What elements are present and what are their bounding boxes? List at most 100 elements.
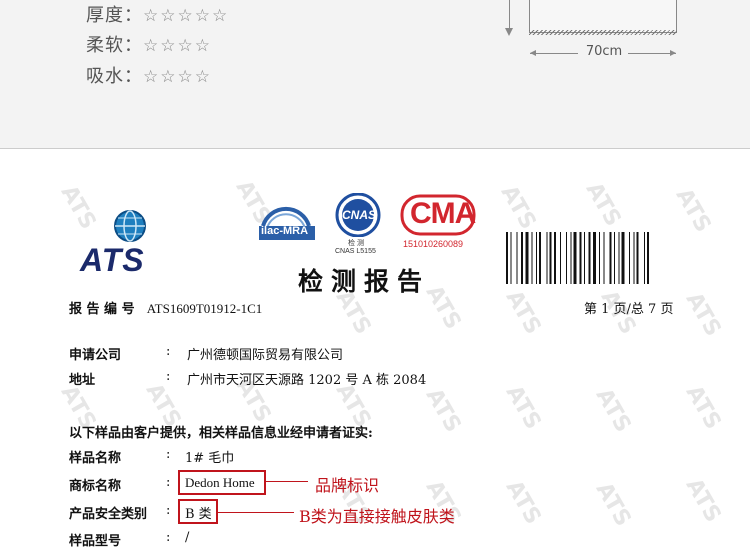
rating-separator: ： bbox=[124, 5, 143, 26]
colon: : bbox=[166, 475, 171, 490]
safety-annotation-line bbox=[216, 512, 294, 513]
colon: : bbox=[166, 344, 171, 359]
barcode-bar bbox=[549, 232, 552, 284]
barcode-bar bbox=[525, 232, 529, 284]
barcode-bar bbox=[573, 232, 577, 284]
address-value: 广州市天河区天源路 1202 号 A 栋 2084 bbox=[187, 373, 427, 388]
towel-hatch-edge bbox=[529, 30, 677, 35]
barcode-bar bbox=[644, 232, 645, 284]
right-arrow-icon bbox=[670, 50, 676, 56]
report-number-row: 报 告 编 号 ATS1609T01912-1C1 bbox=[69, 298, 262, 317]
cnas-text: CNAS bbox=[342, 208, 377, 222]
sample-intro: 以下样品由客户提供，相关样品信息业经申请者证实: bbox=[69, 426, 373, 441]
down-arrow-icon bbox=[505, 28, 513, 36]
watermark: ATS bbox=[680, 381, 726, 434]
barcode-bar bbox=[621, 232, 625, 284]
cnas-subtext: 检 测 bbox=[348, 240, 364, 247]
safety-category-label: 产品安全类别 bbox=[69, 507, 148, 522]
rating-thickness: 厚度：☆☆☆☆☆ bbox=[86, 1, 229, 27]
rating-label: 吸水 bbox=[86, 66, 124, 87]
barcode-bar bbox=[510, 232, 512, 284]
report-title: 检测报告 bbox=[298, 267, 431, 296]
barcode-bar bbox=[536, 232, 537, 284]
ilac-mra-logo: ilac-MRA bbox=[253, 198, 319, 258]
applicant-value: 广州德顿国际贸易有限公司 bbox=[187, 348, 344, 363]
dimension-line bbox=[628, 53, 676, 54]
barcode-bar bbox=[560, 232, 561, 284]
barcode-bar bbox=[531, 232, 533, 284]
barcode-bar bbox=[584, 232, 585, 284]
product-spec-panel: 厚度：☆☆☆☆☆ 柔软：☆☆☆☆ 吸水：☆☆☆☆ 70cm bbox=[0, 0, 750, 148]
watermark: ATS bbox=[500, 286, 546, 339]
rating-separator: ： bbox=[124, 66, 143, 87]
barcode-bar bbox=[546, 232, 548, 284]
brand-annotation-line bbox=[264, 481, 308, 482]
watermark: ATS bbox=[420, 384, 466, 437]
barcode-bar bbox=[609, 232, 612, 284]
rating-label: 厚度 bbox=[86, 5, 124, 26]
barcode-bar bbox=[647, 232, 649, 284]
cma-logo: CMA 151010260089 bbox=[400, 193, 478, 255]
watermark: ATS bbox=[580, 178, 626, 231]
sample-name-label: 样品名称 bbox=[69, 451, 122, 466]
rating-absorbency: 吸水：☆☆☆☆ bbox=[86, 62, 212, 88]
barcode-bar bbox=[629, 232, 630, 284]
cnas-logo: CNAS 检 测 CNAS L5155 bbox=[329, 192, 391, 259]
cma-text: CMA bbox=[410, 197, 476, 230]
colon: : bbox=[166, 503, 171, 518]
barcode-bar bbox=[554, 232, 556, 284]
colon: : bbox=[166, 530, 171, 545]
brand-highlight-box bbox=[178, 470, 266, 495]
barcode-bar bbox=[599, 232, 600, 284]
applicant-row: 申请公司 bbox=[69, 344, 121, 363]
colon: : bbox=[166, 447, 171, 462]
model-label: 样品型号 bbox=[69, 534, 122, 549]
watermark: ATS bbox=[670, 184, 716, 237]
safety-annotation: B类为直接接触皮肤类 bbox=[299, 507, 455, 526]
barcode-bar bbox=[521, 232, 523, 284]
ilac-text: ilac-MRA bbox=[261, 225, 309, 237]
barcode-bar bbox=[579, 232, 582, 284]
colon: : bbox=[166, 369, 171, 384]
barcode-bar bbox=[636, 232, 639, 284]
barcode-bar bbox=[593, 232, 596, 284]
rating-separator: ： bbox=[124, 35, 143, 56]
page-info: 第 1 页/总 7 页 bbox=[584, 302, 674, 317]
ats-logo: ATS bbox=[80, 208, 180, 278]
watermark: ATS bbox=[500, 381, 546, 434]
barcode-bar bbox=[516, 232, 518, 284]
ats-logo-text: ATS bbox=[80, 242, 145, 278]
width-label: 70cm bbox=[585, 44, 623, 59]
address-label: 地址 bbox=[69, 373, 96, 388]
report-no-label: 报 告 编 号 bbox=[69, 302, 135, 317]
watermark: ATS bbox=[590, 384, 636, 437]
watermark: ATS bbox=[495, 181, 541, 234]
barcode-bar bbox=[618, 232, 620, 284]
watermark: ATS bbox=[680, 474, 726, 527]
watermark: ATS bbox=[680, 288, 726, 341]
address-row: 地址 bbox=[69, 369, 95, 388]
report-no-value: ATS1609T01912-1C1 bbox=[146, 301, 263, 316]
brand-label: 商标名称 bbox=[69, 479, 122, 494]
barcode-bar bbox=[633, 232, 635, 284]
star-rating-icons: ☆☆☆☆ bbox=[143, 67, 212, 87]
barcode-bar bbox=[614, 232, 615, 284]
barcode-bar bbox=[570, 232, 572, 284]
cma-code: 151010260089 bbox=[403, 239, 464, 249]
barcode-bar bbox=[506, 232, 508, 284]
rating-softness: 柔软：☆☆☆☆ bbox=[86, 31, 212, 57]
sample-name-value: 1# 毛巾 bbox=[185, 451, 235, 466]
watermark: ATS bbox=[500, 476, 546, 529]
width-dimension: 70cm bbox=[530, 44, 676, 62]
star-rating-icons: ☆☆☆☆☆ bbox=[143, 6, 230, 26]
towel-outline bbox=[529, 0, 677, 33]
barcode-bar bbox=[588, 232, 591, 284]
rating-label: 柔软 bbox=[86, 35, 124, 56]
safety-highlight-box bbox=[178, 499, 218, 524]
cnas-code: CNAS L5155 bbox=[335, 248, 376, 255]
star-rating-icons: ☆☆☆☆ bbox=[143, 36, 212, 56]
globe-icon bbox=[114, 210, 146, 242]
model-value: / bbox=[185, 530, 190, 545]
barcode-image bbox=[506, 232, 649, 284]
brand-annotation: 品牌标识 bbox=[315, 476, 380, 495]
